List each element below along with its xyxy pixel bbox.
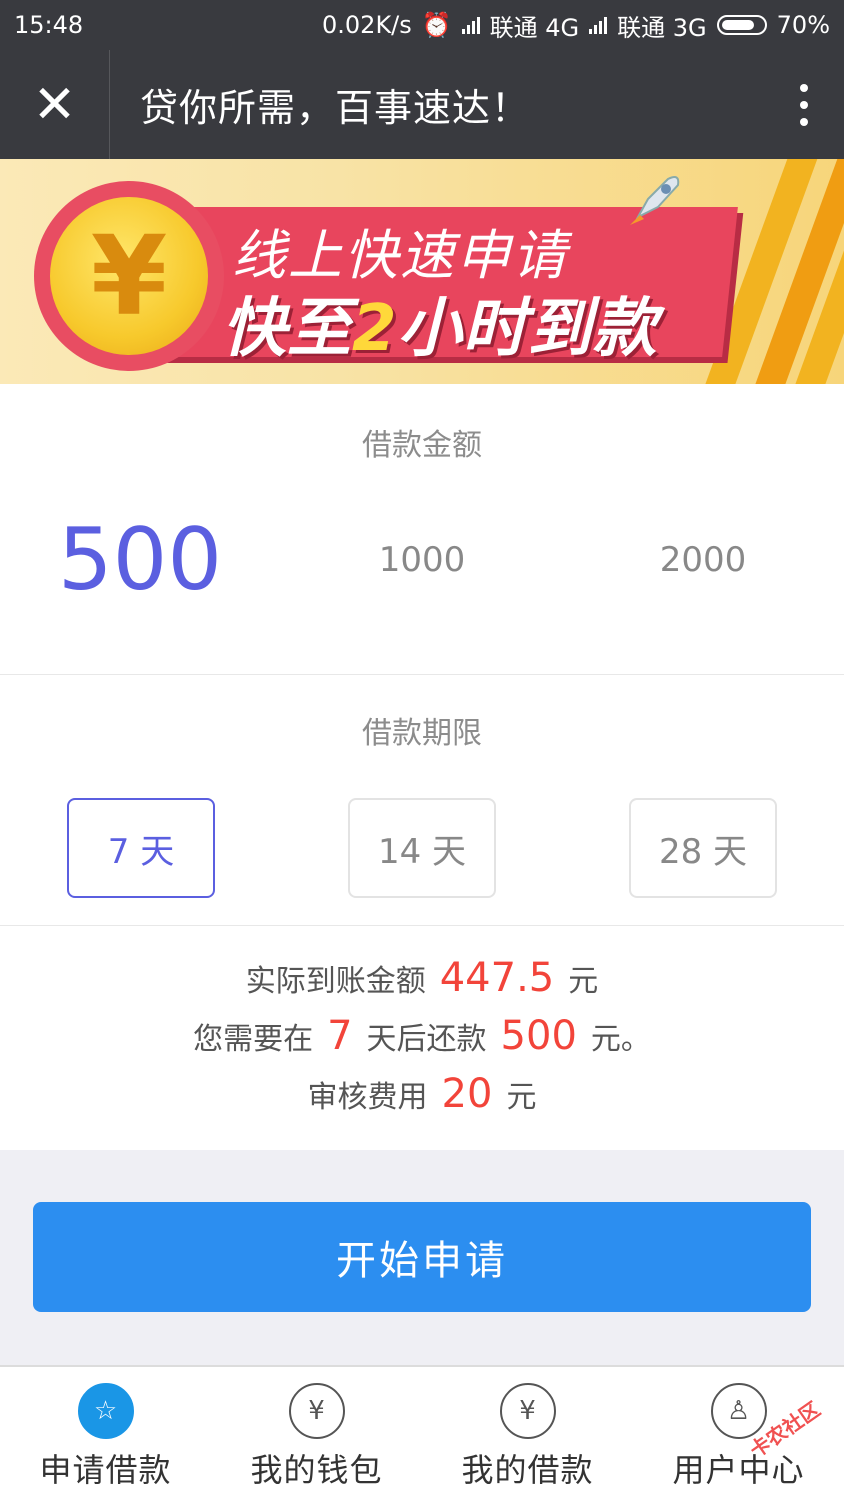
tab-label: 我的借款 [461, 1451, 594, 1489]
term-option-28[interactable]: 28 天 [629, 798, 777, 898]
tab-my-loans[interactable]: ¥ 我的借款 [422, 1367, 633, 1500]
amount-option-1000[interactable]: 1000 [322, 510, 522, 610]
repayment-days-value: 7 [327, 1013, 353, 1059]
loan-term-label: 借款期限 [362, 716, 482, 751]
tab-my-wallet[interactable]: ¥ 我的钱包 [211, 1367, 422, 1500]
network-speed: 0.02K/s [322, 11, 412, 39]
tab-user-center[interactable]: ♙ 用户中心 [633, 1367, 844, 1500]
loan-amount-label: 借款金额 [362, 428, 482, 463]
summary-repayment: 您需要在 7 天后还款 500 元。 [193, 1013, 651, 1059]
tab-apply-loan[interactable]: ☆ 申请借款 [0, 1367, 211, 1500]
banner-subheadline: 快至2小时到款 [222, 292, 658, 366]
status-bar: 15:48 0.02K/s ⏰ 联通 4G 联通 3G 70% [0, 0, 844, 50]
page-title: 贷你所需，百事速达！ [140, 86, 531, 130]
star-icon: ☆ [77, 1383, 134, 1439]
carrier-1: 联通 4G [489, 13, 580, 42]
battery-level: 70% [776, 11, 830, 39]
term-option-7[interactable]: 7 天 [67, 798, 215, 898]
amount-option-500[interactable]: 500 [40, 510, 240, 610]
start-application-button[interactable]: 开始申请 [33, 1202, 811, 1312]
repayment-amount-value: 500 [500, 1013, 577, 1059]
status-time: 15:48 [14, 11, 84, 39]
close-icon[interactable]: ✕ [0, 50, 110, 159]
amount-option-2000[interactable]: 2000 [603, 510, 803, 610]
more-options-icon[interactable] [764, 50, 844, 159]
received-amount-value: 447.5 [439, 955, 555, 1001]
term-option-14[interactable]: 14 天 [348, 798, 496, 898]
tab-label: 用户中心 [672, 1451, 805, 1489]
yen-coin-icon: ¥ [50, 197, 208, 355]
carrier-2: 联通 3G [617, 13, 707, 42]
divider [0, 674, 844, 675]
promo-banner: ¥ 线上快速申请 快至2小时到款 [0, 159, 844, 384]
yen-coin-icon: ¥ [499, 1383, 556, 1439]
money-bag-icon: ¥ [288, 1383, 345, 1439]
alarm-icon: ⏰ [421, 11, 452, 39]
status-right: 0.02K/s ⏰ 联通 4G 联通 3G 70% [322, 8, 830, 43]
summary-review-fee: 审核费用 20 元 [307, 1071, 537, 1117]
sim2-signal-icon [589, 16, 608, 34]
tab-label: 我的钱包 [250, 1451, 383, 1489]
tab-label: 申请借款 [39, 1451, 172, 1489]
battery-icon [716, 15, 767, 35]
bottom-tab-bar: ☆ 申请借款 ¥ 我的钱包 ¥ 我的借款 ♙ 用户中心 [0, 1365, 844, 1500]
rocket-icon [630, 176, 680, 225]
divider [0, 925, 844, 926]
sim1-signal-icon [461, 16, 480, 34]
summary-received-amount: 实际到账金额 447.5 元 [245, 955, 599, 1001]
review-fee-value: 20 [441, 1071, 493, 1117]
title-bar: ✕ 贷你所需，百事速达！ [0, 50, 844, 159]
